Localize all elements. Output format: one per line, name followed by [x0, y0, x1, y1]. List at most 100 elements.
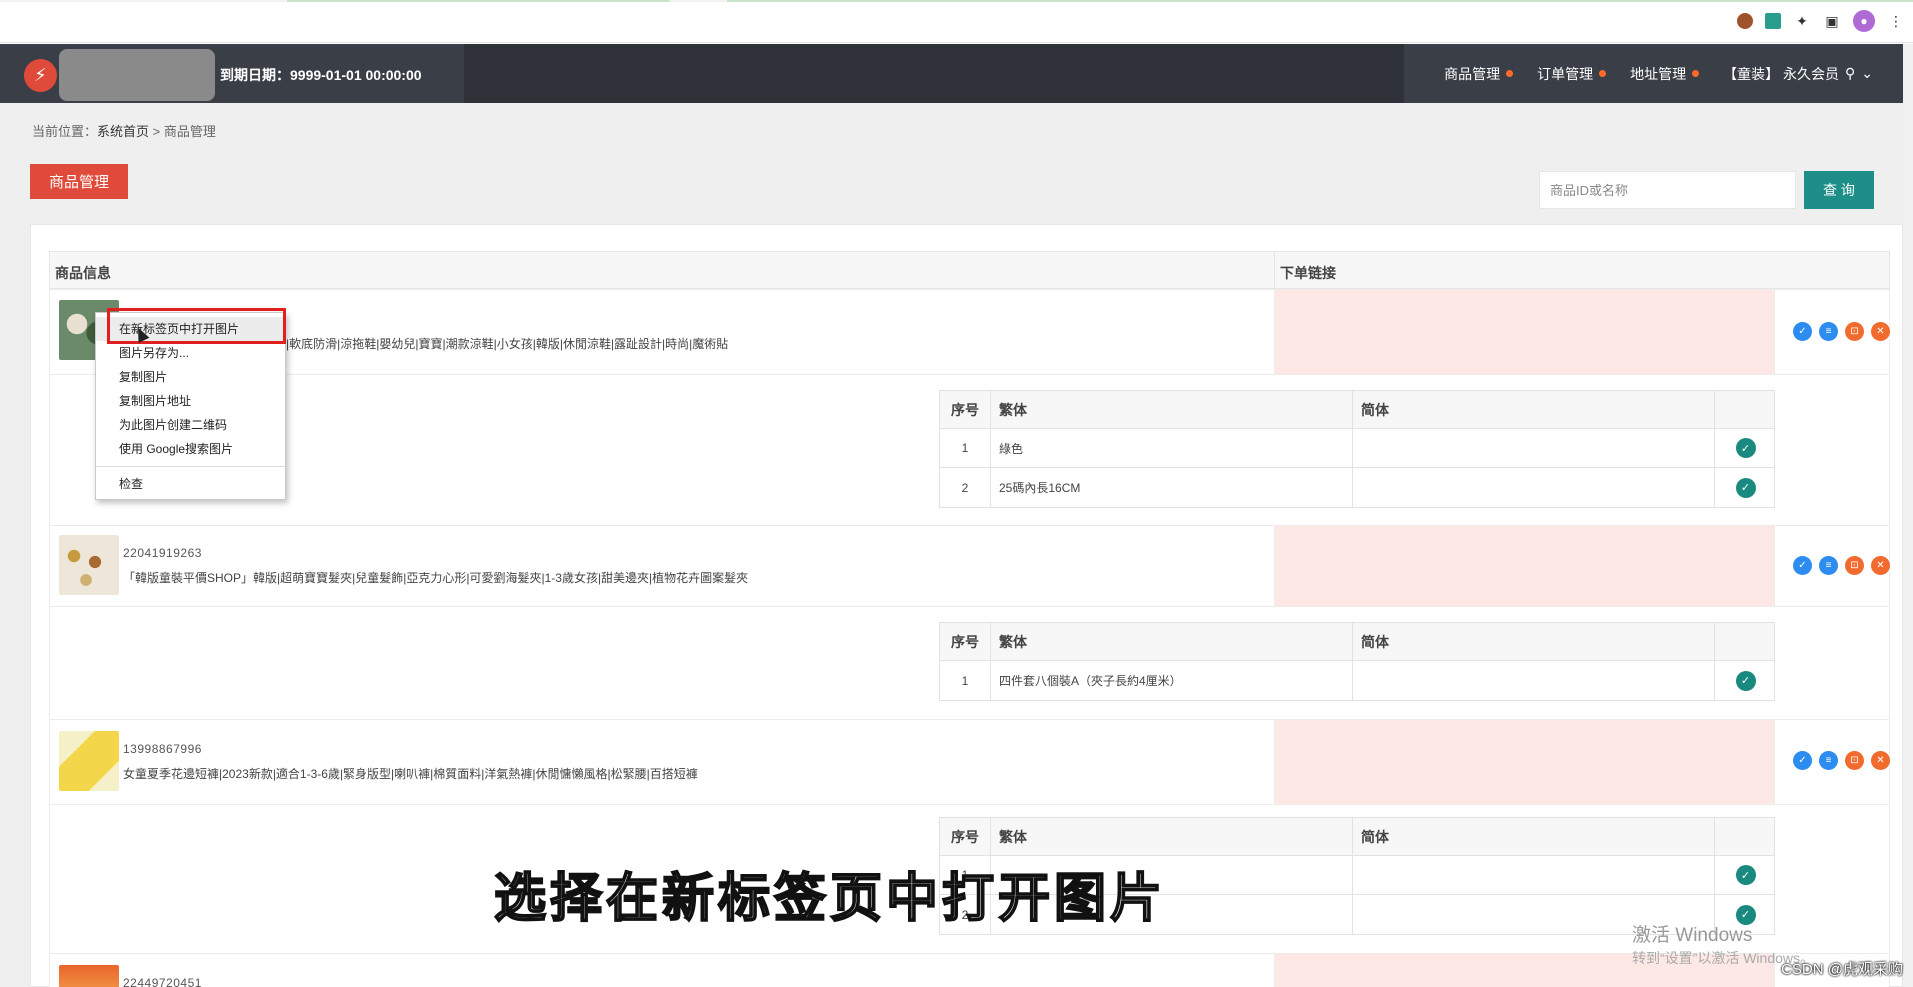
- option-row: 1 四件套八個裝A（夾子長約4厘米） ✓: [940, 661, 1774, 700]
- confirm-check-icon[interactable]: ✓: [1793, 322, 1812, 341]
- nav-label: 地址管理: [1630, 65, 1687, 82]
- menu-item-inspect[interactable]: 检查: [96, 472, 285, 496]
- column-divider: [1274, 252, 1275, 290]
- chevron-down-icon: ⌄: [1861, 65, 1873, 81]
- extension-icon[interactable]: [1765, 13, 1781, 29]
- options-col-simplified: 简体: [1352, 818, 1714, 855]
- options-col-action: [1714, 623, 1776, 660]
- option-action: ✓: [1714, 661, 1776, 700]
- nav-item-orders[interactable]: 订单管理: [1537, 64, 1607, 84]
- blurred-shop-name: [59, 49, 215, 101]
- options-col-index: 序号: [951, 401, 979, 418]
- nav-label: 商品管理: [1444, 65, 1501, 82]
- menu-divider: [96, 466, 285, 467]
- delete-icon[interactable]: ✕: [1871, 751, 1890, 770]
- options-header: 序号 繁体 简体: [940, 391, 1774, 429]
- option-action: ✓: [1714, 429, 1776, 467]
- breadcrumb-home-link[interactable]: 系统首页: [97, 124, 149, 139]
- confirm-check-icon[interactable]: ✓: [1735, 477, 1756, 498]
- options-col-index: 序号: [951, 633, 979, 650]
- confirm-check-icon[interactable]: ✓: [1735, 670, 1756, 691]
- option-action: ✓: [1714, 856, 1776, 894]
- product-row: 13998867996 女童夏季花邊短褲|2023新款|適合1-3-6歲|緊身版…: [49, 719, 1890, 805]
- table-header: 商品信息 下单链接: [49, 251, 1890, 290]
- column-divider: [1774, 526, 1775, 606]
- notification-dot-icon: [1506, 70, 1514, 77]
- confirm-check-icon[interactable]: ✓: [1793, 751, 1812, 770]
- option-action: ✓: [1714, 468, 1776, 507]
- options-col-traditional: 繁体: [990, 623, 1352, 660]
- row-actions: ✓ ≡ ⊡ ✕: [1793, 556, 1890, 575]
- profile-avatar-icon[interactable]: ●: [1853, 10, 1875, 32]
- search-input[interactable]: [1539, 171, 1796, 209]
- option-simplified[interactable]: [1352, 661, 1714, 700]
- menu-item-copy-image-address[interactable]: 复制图片地址: [96, 389, 285, 413]
- expire-date: 到期日期：9999-01-01 00:00:00: [220, 67, 422, 83]
- product-id: 13998867996: [123, 742, 202, 756]
- nav-item-products[interactable]: 商品管理: [1444, 64, 1514, 84]
- product-options: 序号 繁体 简体 1 四件套八個裝A（夾子長約4厘米） ✓: [49, 607, 1890, 719]
- app-header: ⚡ 到期日期：9999-01-01 00:00:00 商品管理 订单管理 地址管…: [0, 44, 1913, 103]
- app-logo-icon[interactable]: ⚡: [24, 59, 57, 92]
- product-name: 「韓版童裝平價SHOP」韓版|超萌寶寶髮夾|兒童髮飾|亞克力心形|可愛劉海髮夾|…: [123, 571, 749, 585]
- list-icon[interactable]: ≡: [1819, 556, 1838, 575]
- order-link-cell[interactable]: [1274, 720, 1774, 804]
- page-load-progress: [0, 0, 1913, 2]
- confirm-check-icon[interactable]: ✓: [1735, 865, 1756, 885]
- browser-menu-icon[interactable]: ⋮: [1887, 12, 1905, 30]
- option-index: 2: [961, 480, 969, 495]
- user-menu[interactable]: 【童装】 永久会员 ⚲ ⌄: [1723, 64, 1873, 84]
- notification-dot-icon: [1692, 70, 1700, 77]
- options-col-index: 序号: [951, 828, 979, 845]
- option-traditional: 25碼內長16CM: [990, 468, 1352, 507]
- product-row: 22041919263 「韓版童裝平價SHOP」韓版|超萌寶寶髮夾|兒童髮飾|亞…: [49, 525, 1890, 607]
- delete-icon[interactable]: ✕: [1871, 322, 1890, 341]
- lock-icon[interactable]: ⊡: [1845, 322, 1864, 341]
- confirm-check-icon[interactable]: ✓: [1735, 438, 1756, 458]
- options-col-simplified: 简体: [1352, 391, 1714, 428]
- options-col-action: [1714, 391, 1776, 428]
- column-divider: [1774, 720, 1775, 804]
- options-header: 序号 繁体 简体: [940, 818, 1774, 856]
- option-index: 1: [961, 673, 969, 688]
- menu-item-search-image-google[interactable]: 使用 Google搜索图片: [96, 437, 285, 461]
- option-simplified[interactable]: [1352, 856, 1714, 894]
- menu-item-save-image-as[interactable]: 图片另存为...: [96, 341, 285, 365]
- order-link-cell[interactable]: [1274, 290, 1774, 374]
- search-button[interactable]: 查 询: [1804, 171, 1874, 209]
- option-simplified[interactable]: [1352, 429, 1714, 467]
- cookie-extension-icon[interactable]: [1737, 13, 1753, 29]
- column-divider: [1774, 290, 1775, 374]
- list-icon[interactable]: ≡: [1819, 751, 1838, 770]
- product-thumbnail[interactable]: [59, 535, 119, 595]
- page-title-button[interactable]: 商品管理: [30, 164, 128, 199]
- column-header-info: 商品信息: [55, 265, 111, 281]
- windows-activation-watermark: 激活 Windows: [1632, 925, 1753, 946]
- csdn-watermark: CSDN @虎观采购: [1781, 961, 1903, 978]
- product-id: 22449720451: [123, 976, 202, 987]
- product-name: |軟底防滑|涼拖鞋|嬰幼兒|寶寶|潮款涼鞋|小女孩|韓版|休閒涼鞋|露趾設計|時…: [286, 337, 729, 351]
- lock-icon[interactable]: ⊡: [1845, 556, 1864, 575]
- product-id: 22041919263: [123, 546, 202, 560]
- menu-item-copy-image[interactable]: 复制图片: [96, 365, 285, 389]
- option-simplified[interactable]: [1352, 468, 1714, 507]
- browser-toolbar: ✦ ▣ ● ⋮: [0, 0, 1913, 43]
- lock-icon[interactable]: ⊡: [1845, 751, 1864, 770]
- scrollbar[interactable]: [1903, 44, 1913, 987]
- order-link-cell[interactable]: [1274, 526, 1774, 606]
- puzzle-extensions-icon[interactable]: ✦: [1793, 12, 1811, 30]
- row-actions: ✓ ≡ ⊡ ✕: [1793, 751, 1890, 770]
- extension-icons: ✦ ▣ ● ⋮: [1737, 10, 1905, 32]
- confirm-check-icon[interactable]: ✓: [1793, 556, 1812, 575]
- product-thumbnail[interactable]: [59, 965, 119, 987]
- list-icon[interactable]: ≡: [1819, 322, 1838, 341]
- video-subtitle: 选择在新标签页中打开图片: [493, 868, 1167, 930]
- menu-item-create-qr-code[interactable]: 为此图片创建二维码: [96, 413, 285, 437]
- nav-item-addresses[interactable]: 地址管理: [1630, 64, 1700, 84]
- delete-icon[interactable]: ✕: [1871, 556, 1890, 575]
- side-panel-icon[interactable]: ▣: [1823, 12, 1841, 30]
- product-options: 序号 繁体 简体 1 綠色 ✓ 2 25碼內長16CM ✓: [49, 375, 1890, 525]
- product-thumbnail[interactable]: [59, 731, 119, 791]
- breadcrumb-separator: >: [152, 124, 161, 139]
- product-name: 女童夏季花邊短褲|2023新款|適合1-3-6歲|緊身版型|喇叭褲|棉質面料|洋…: [123, 767, 698, 781]
